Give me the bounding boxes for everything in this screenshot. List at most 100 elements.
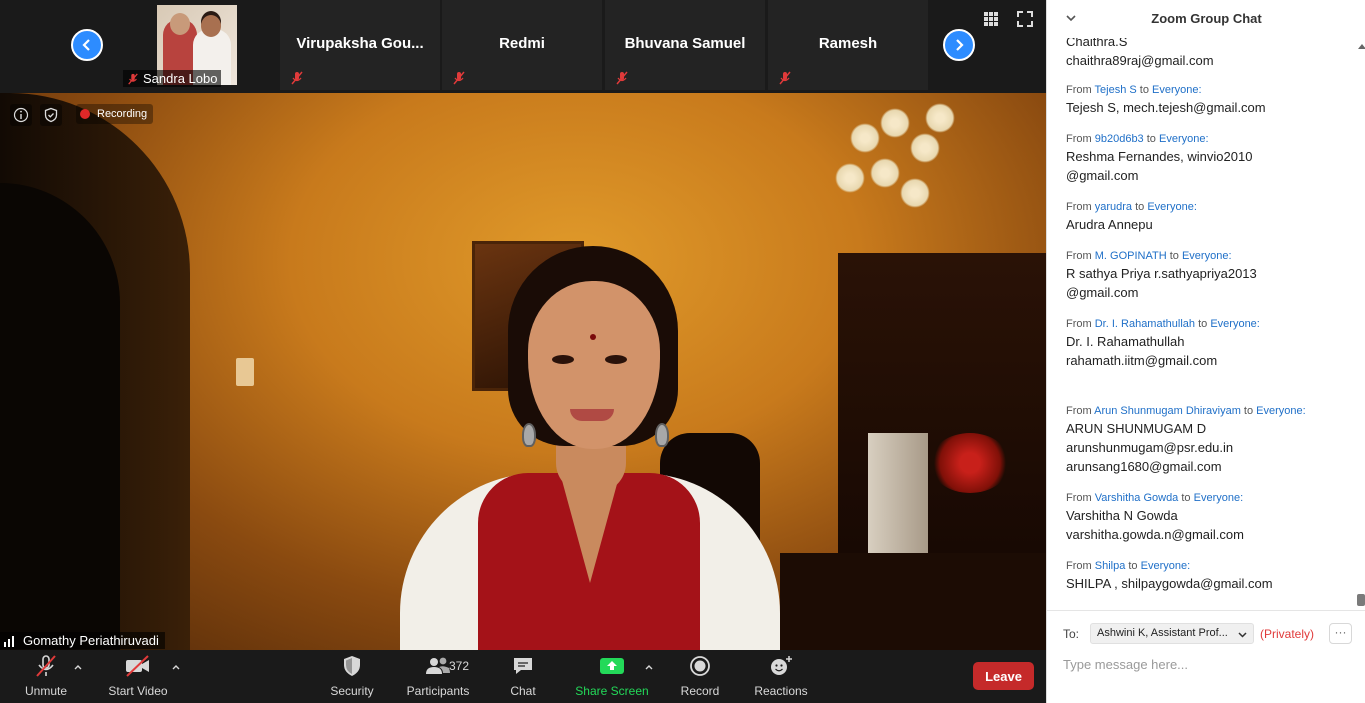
chat-composer: To: Ashwini K, Assistant Prof... (Privat… (1047, 610, 1365, 703)
message-header: From M. GOPINATH to Everyone: (1066, 250, 1232, 262)
zoom-window: Sandra Lobo Virupaksha Gou... Redmi Bhuv… (0, 0, 1365, 703)
message-line: R sathya Priya r.sathyapriya2013 (1066, 266, 1257, 281)
thumbnail-strip: Sandra Lobo Virupaksha Gou... Redmi Bhuv… (0, 0, 1046, 92)
message-line: @gmail.com (1066, 168, 1139, 183)
record-label: Record (680, 684, 720, 698)
message-header: From Dr. I. Rahamathullah to Everyone: (1066, 318, 1260, 330)
to-label: To: (1063, 627, 1080, 641)
message-line: Reshma Fernandes, winvio2010 (1066, 149, 1253, 164)
recipient-name: Everyone: (1147, 201, 1197, 213)
speaker-name-label: Gomathy Periathiruvadi (0, 632, 165, 649)
recipient-name: Everyone: (1210, 318, 1260, 330)
chat-message: From Arun Shunmugam Dhiraviyam to Everyo… (1066, 404, 1350, 476)
sender-name[interactable]: M. GOPINATH (1095, 250, 1167, 262)
next-page-button[interactable] (943, 29, 975, 61)
video-options-caret-icon[interactable] (171, 662, 181, 672)
security-button[interactable]: Security (328, 650, 376, 703)
video-off-icon (126, 655, 149, 677)
participant-name: Bhuvana Samuel (624, 35, 746, 52)
participants-button[interactable]: Participants (404, 650, 472, 703)
chat-title: Zoom Group Chat (1151, 11, 1262, 26)
message-line: Dr. I. Rahamathullah (1066, 334, 1185, 349)
sender-name[interactable]: Arun Shunmugam Dhiraviyam (1094, 405, 1241, 417)
speaker-name: Gomathy Periathiruvadi (23, 633, 159, 648)
more-options-button[interactable]: ··· (1329, 623, 1352, 644)
participant-tile[interactable]: Redmi (442, 0, 602, 90)
participant-tile[interactable]: Virupaksha Gou... (280, 0, 440, 90)
recipient-name: Everyone: (1256, 405, 1306, 417)
sender-name[interactable]: Shilpa (1095, 560, 1126, 572)
message-header: From Shilpa to Everyone: (1066, 560, 1191, 572)
chat-scrollbar[interactable] (1355, 38, 1365, 608)
participant-tile[interactable]: Ramesh (768, 0, 928, 90)
message-line: arunshunmugam@psr.edu.in (1066, 440, 1234, 455)
signal-strength-icon (4, 635, 14, 647)
message-line: Varshitha N Gowda (1066, 508, 1178, 523)
message-line: chaithra89raj@gmail.com (1066, 53, 1214, 68)
sender-name[interactable]: Tejesh S (1095, 84, 1137, 96)
sender-name[interactable]: Varshitha Gowda (1095, 492, 1179, 504)
chat-button[interactable]: Chat (505, 650, 541, 703)
record-button[interactable]: Record (679, 650, 721, 703)
participant-tile[interactable]: Bhuvana Samuel (605, 0, 765, 90)
chat-scrollbar-thumb[interactable] (1357, 594, 1365, 606)
start-video-button[interactable]: Start Video (108, 650, 168, 703)
muted-mic-icon (128, 72, 138, 85)
previous-page-button[interactable] (71, 29, 103, 61)
recipient-name: Everyone: (1140, 560, 1191, 572)
meeting-info-icon[interactable] (10, 104, 32, 126)
sender-name[interactable]: Dr. I. Rahamathullah (1095, 318, 1195, 330)
recipient-name: Everyone: (1181, 250, 1232, 262)
muted-mic-icon (779, 71, 791, 85)
smiley-plus-icon (771, 656, 792, 675)
muted-mic-icon (291, 71, 303, 85)
leave-button[interactable]: Leave (973, 662, 1034, 690)
recording-dot-icon (80, 109, 90, 119)
participant-name: Redmi (499, 35, 545, 52)
message-header: From Varshitha Gowda to Everyone: (1066, 492, 1244, 504)
message-header: From Arun Shunmugam Dhiraviyam to Everyo… (1066, 405, 1306, 417)
share-screen-icon (600, 658, 624, 674)
share-screen-button[interactable]: Share Screen (574, 650, 650, 703)
recipient-select[interactable]: Ashwini K, Assistant Prof... (1090, 623, 1254, 644)
unmute-label: Unmute (24, 684, 68, 698)
sender-name[interactable]: yarudra (1095, 201, 1132, 213)
recording-label: Recording (97, 108, 148, 120)
chevron-down-icon[interactable] (1238, 630, 1247, 639)
message-line: varshitha.gowda.n@gmail.com (1066, 527, 1244, 542)
participant-label: Sandra Lobo (123, 70, 222, 87)
encryption-shield-icon[interactable] (40, 104, 62, 126)
reactions-label: Reactions (754, 684, 808, 698)
chat-message: From Dr. I. Rahamathullah to Everyone: D… (1066, 317, 1350, 370)
participants-label: Participants (406, 684, 470, 698)
share-screen-label: Share Screen (575, 684, 649, 698)
sender-name[interactable]: 9b20d6b3 (1095, 133, 1144, 145)
fullscreen-icon[interactable] (1015, 9, 1035, 29)
participant-tile[interactable]: Sandra Lobo (117, 0, 277, 90)
unmute-button[interactable]: Unmute (20, 650, 72, 703)
muted-mic-icon (36, 655, 56, 677)
record-icon (690, 656, 710, 676)
participant-count: 372 (449, 659, 470, 673)
chat-message: From Varshitha Gowda to Everyone: Varshi… (1066, 491, 1350, 544)
recording-indicator[interactable]: Recording (76, 104, 154, 124)
audio-options-caret-icon[interactable] (73, 662, 83, 672)
privately-label: (Privately) (1260, 627, 1315, 641)
chat-message-list[interactable]: Chaithra.S chaithra89raj@gmail.com From … (1047, 0, 1353, 608)
meeting-toolbar: Unmute Start Video Security Participants… (0, 650, 1046, 703)
chat-message-input[interactable] (1063, 653, 1353, 675)
message-header: From Tejesh S to Everyone: (1066, 84, 1202, 96)
gallery-view-icon[interactable] (981, 9, 1001, 29)
chevron-right-icon (956, 39, 964, 51)
message-line: ARUN SHUNMUGAM D (1066, 421, 1207, 436)
scroll-up-arrow-icon[interactable] (1358, 44, 1365, 49)
muted-mic-icon (453, 71, 465, 85)
share-options-caret-icon[interactable] (644, 662, 654, 672)
security-label: Security (330, 684, 374, 698)
reactions-button[interactable]: Reactions (753, 650, 809, 703)
chat-message: From yarudra to Everyone: Arudra Annepu (1066, 200, 1350, 234)
chat-header: Zoom Group Chat (1047, 0, 1365, 38)
start-video-label: Start Video (108, 684, 168, 698)
message-line: SHILPA , shilpaygowda@gmail.com (1066, 576, 1273, 591)
meeting-info-icons (10, 104, 62, 126)
